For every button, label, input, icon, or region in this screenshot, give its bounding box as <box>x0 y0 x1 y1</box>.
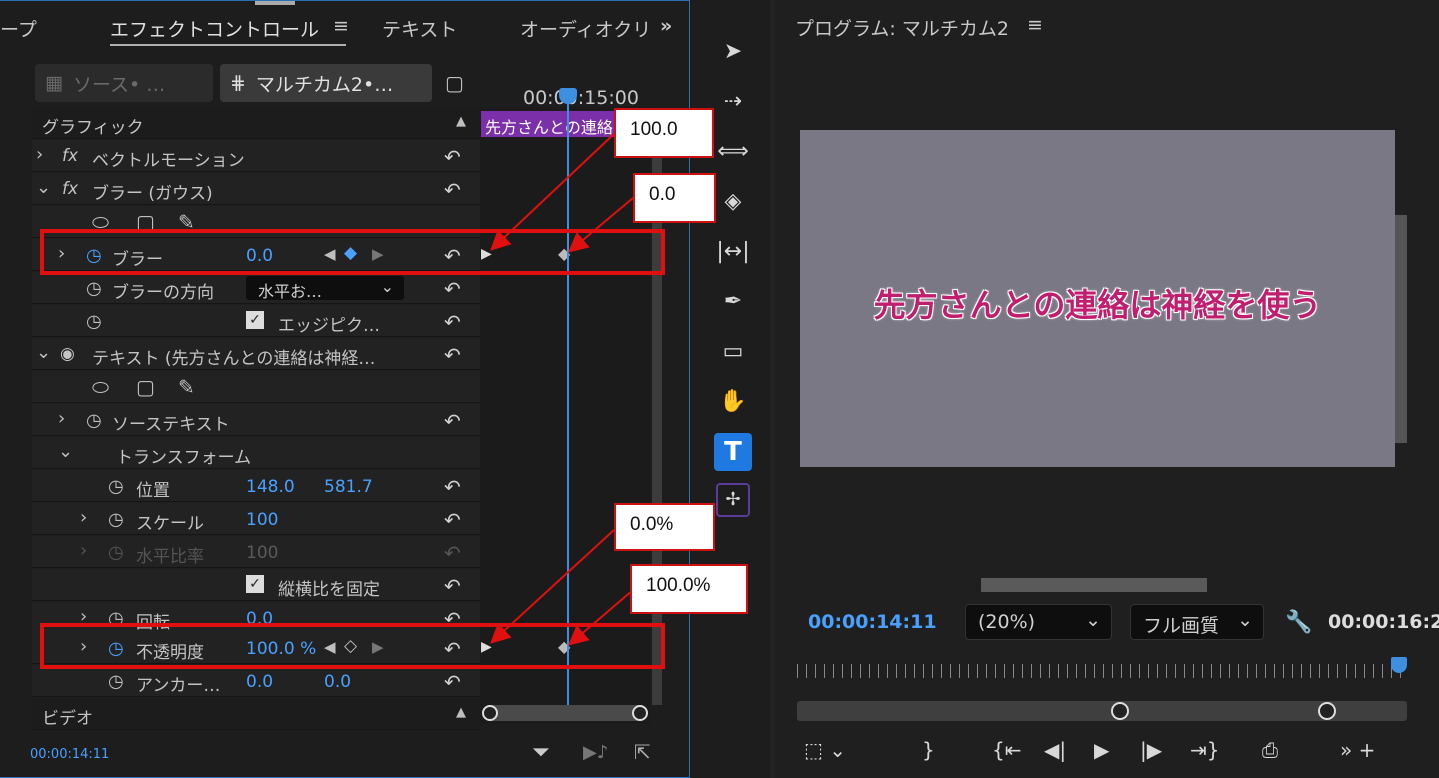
annotation-opacity-end: 100.0% <box>630 564 748 614</box>
annotation-arrows <box>490 133 634 646</box>
annotation-blur-start: 100.0 <box>614 108 714 158</box>
annotation-blur-end: 0.0 <box>633 173 716 223</box>
annotation-opacity-start: 0.0% <box>614 503 715 551</box>
